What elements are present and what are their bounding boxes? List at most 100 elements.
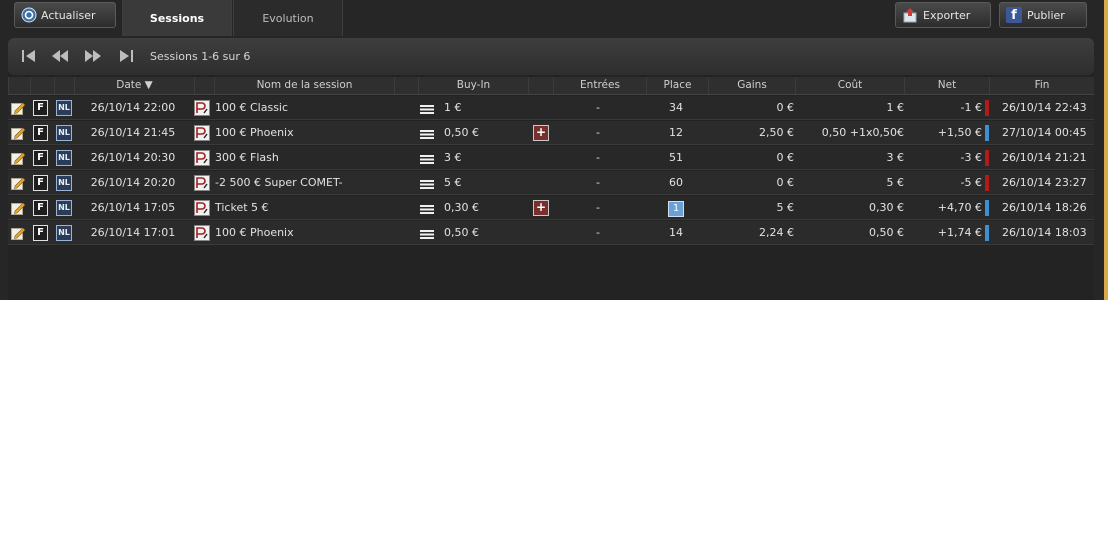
- header-entrees[interactable]: Entrées: [553, 77, 646, 94]
- header-cout[interactable]: Coût: [795, 77, 904, 94]
- edit-note-icon[interactable]: [11, 226, 26, 240]
- header-fin[interactable]: Fin: [989, 77, 1094, 94]
- cell-net: +4,70 €: [937, 201, 982, 214]
- export-button[interactable]: Exporter: [895, 2, 991, 28]
- header-icon-col-3: [54, 77, 74, 94]
- header-name[interactable]: Nom de la session: [214, 77, 394, 94]
- cell-entrees: -: [596, 151, 600, 164]
- no-limit-icon: NL: [56, 100, 72, 116]
- header-gains[interactable]: Gains: [708, 77, 795, 94]
- format-icon: F: [33, 225, 48, 241]
- cell-fin: 26/10/14 23:27: [1002, 176, 1087, 189]
- net-status-bar: [985, 200, 989, 216]
- no-limit-icon: NL: [56, 125, 72, 141]
- cell-net: -5 €: [960, 176, 982, 189]
- edit-note-icon[interactable]: [11, 176, 26, 190]
- cell-date: 26/10/14 20:30: [90, 151, 176, 164]
- cell-cout: 0,30 €: [869, 201, 904, 214]
- table-row[interactable]: F NL 26/10/14 21:45 100 € Phoenix 0,50 € + - 12…: [8, 121, 1094, 145]
- header-buyin[interactable]: Buy-In: [418, 77, 528, 94]
- net-status-bar: [985, 125, 989, 141]
- previous-page-icon[interactable]: [51, 49, 69, 63]
- place-value: 34: [669, 101, 683, 114]
- cell-gains: 0 €: [776, 101, 795, 114]
- cell-buyin: 5 €: [444, 176, 462, 189]
- place-value: 60: [669, 176, 683, 189]
- cell-net: -1 €: [960, 101, 982, 114]
- publish-button[interactable]: f Publier: [999, 2, 1087, 28]
- table-body: F NL 26/10/14 22:00 100 € Classic 1 € - 34 0 € 1…: [8, 96, 1094, 246]
- cell-session-name[interactable]: 100 € Phoenix: [215, 221, 415, 245]
- refresh-icon: [21, 7, 37, 23]
- cell-net: +1,74 €: [937, 226, 982, 239]
- cell-buyin: 3 €: [444, 151, 462, 164]
- edit-note-icon[interactable]: [11, 126, 26, 140]
- cell-gains: 0 €: [776, 176, 795, 189]
- cell-buyin: 0,30 €: [444, 201, 479, 214]
- net-status-bar: [985, 150, 989, 166]
- table-row[interactable]: F NL 26/10/14 22:00 100 € Classic 1 € - 34 0 € 1…: [8, 96, 1094, 120]
- refresh-button[interactable]: Actualiser: [14, 2, 116, 28]
- cell-gains: 0 €: [776, 151, 795, 164]
- cell-net: -3 €: [960, 151, 982, 164]
- edit-note-icon[interactable]: [11, 201, 26, 215]
- place-value: 12: [669, 126, 683, 139]
- header-net[interactable]: Net: [904, 77, 989, 94]
- cell-buyin: 1 €: [444, 101, 462, 114]
- place-value: 14: [669, 226, 683, 239]
- cell-net: +1,50 €: [937, 126, 982, 139]
- cell-gains: 5 €: [776, 201, 795, 214]
- stack-bars-icon: [420, 154, 434, 164]
- cell-session-name[interactable]: Ticket 5 €: [215, 196, 415, 220]
- cell-cout: 3 €: [886, 151, 905, 164]
- publish-label: Publier: [1027, 8, 1065, 22]
- rebuy-plus-icon[interactable]: +: [533, 200, 549, 216]
- cell-session-name[interactable]: 100 € Phoenix: [215, 121, 415, 145]
- facebook-icon: f: [1006, 7, 1022, 23]
- cell-session-name[interactable]: 300 € Flash: [215, 146, 415, 170]
- rebuy-plus-icon[interactable]: +: [533, 125, 549, 141]
- stack-bars-icon: [420, 179, 434, 189]
- cell-entrees: -: [596, 126, 600, 139]
- cell-cout: 1 €: [886, 101, 905, 114]
- edit-note-icon[interactable]: [11, 101, 26, 115]
- net-status-bar: [985, 225, 989, 241]
- cell-session-name[interactable]: -2 500 € Super COMET-: [215, 171, 415, 195]
- cell-session-name[interactable]: 100 € Classic: [215, 96, 415, 120]
- net-status-bar: [985, 175, 989, 191]
- stack-bars-icon: [420, 204, 434, 214]
- last-page-icon[interactable]: [117, 49, 135, 63]
- edit-note-icon[interactable]: [11, 151, 26, 165]
- stack-bars-icon: [420, 104, 434, 114]
- no-limit-icon: NL: [56, 225, 72, 241]
- poker-game-icon: [194, 125, 210, 141]
- first-page-icon[interactable]: [20, 49, 38, 63]
- table-row[interactable]: F NL 26/10/14 17:05 Ticket 5 € 0,30 € + - 1 5 € 0…: [8, 196, 1094, 220]
- poker-game-icon: [194, 225, 210, 241]
- header-blank-col: [394, 77, 418, 94]
- window-border: [1104, 0, 1108, 300]
- no-limit-icon: NL: [56, 175, 72, 191]
- place-value: 51: [669, 151, 683, 164]
- cell-date: 26/10/14 17:05: [90, 201, 176, 214]
- tab-evolution[interactable]: Evolution: [233, 0, 343, 36]
- tab-evolution-label: Evolution: [262, 11, 314, 25]
- stack-bars-icon: [420, 129, 434, 139]
- winner-badge: 1: [668, 201, 684, 217]
- cell-cout: 5 €: [886, 176, 905, 189]
- cell-cout: 0,50 +1x0,50€: [821, 126, 904, 139]
- header-place[interactable]: Place: [646, 77, 708, 94]
- table-row[interactable]: F NL 26/10/14 20:30 300 € Flash 3 € - 51 0 € 3 €…: [8, 146, 1094, 170]
- no-limit-icon: NL: [56, 150, 72, 166]
- next-page-icon[interactable]: [84, 49, 102, 63]
- app-window: Actualiser Sessions Evolution Exporter f…: [0, 0, 1108, 300]
- refresh-label: Actualiser: [41, 8, 96, 22]
- header-game-icon-col: [194, 77, 214, 94]
- tab-sessions[interactable]: Sessions: [122, 0, 232, 36]
- format-icon: F: [33, 175, 48, 191]
- cell-place: 51: [646, 146, 706, 170]
- table-row[interactable]: F NL 26/10/14 17:01 100 € Phoenix 0,50 € - 14 2…: [8, 221, 1094, 245]
- header-date[interactable]: Date ▼: [74, 77, 194, 94]
- tab-sessions-label: Sessions: [149, 11, 205, 25]
- table-row[interactable]: F NL 26/10/14 20:20 -2 500 € Super COMET- 5 …: [8, 171, 1094, 195]
